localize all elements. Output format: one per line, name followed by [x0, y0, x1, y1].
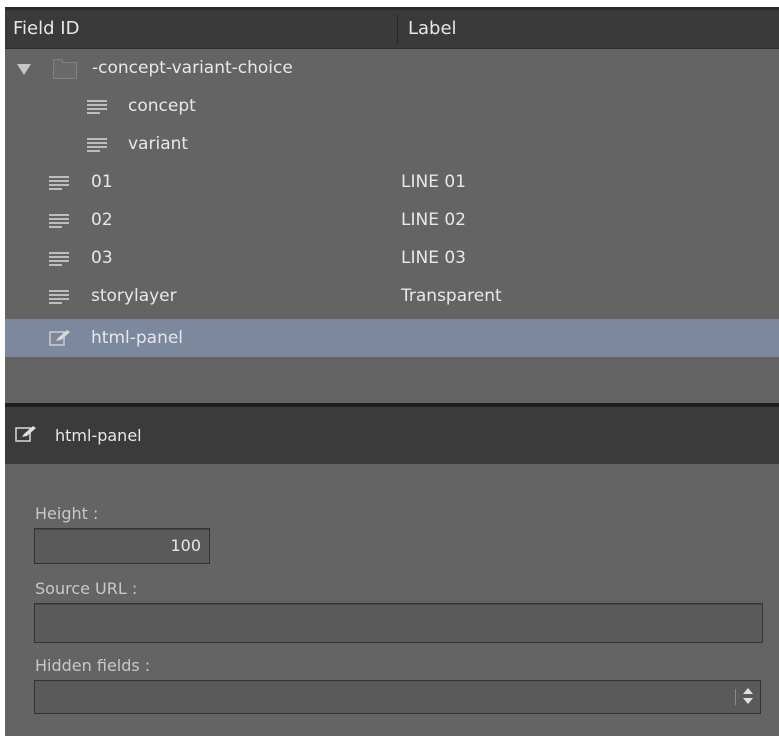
tree-row-group[interactable]: -concept-variant-choice: [5, 49, 779, 87]
template-editor-panel: Field ID Label -concept-variant-choice c…: [5, 7, 779, 736]
hidden-fields-label: Hidden fields :: [35, 656, 151, 675]
properties-title: html-panel: [55, 426, 142, 445]
column-header-label[interactable]: Label: [408, 10, 457, 48]
updown-arrows-icon[interactable]: [743, 688, 753, 706]
tree-row-label: -concept-variant-choice: [92, 58, 293, 78]
column-divider[interactable]: [397, 14, 398, 44]
tree-row-variant[interactable]: variant: [5, 125, 779, 163]
properties-body: Height : 100 Source URL : Hidden fields …: [5, 464, 779, 736]
tree-row-storylayer[interactable]: storylayer Transparent: [5, 277, 779, 315]
column-header: Field ID Label: [5, 10, 779, 49]
text-field-icon: [49, 252, 69, 266]
tree-row-label: 02: [91, 210, 113, 230]
edit-icon: [49, 330, 70, 346]
tree-row-html-panel[interactable]: html-panel: [5, 319, 779, 357]
tree-row-03[interactable]: 03 LINE 03: [5, 239, 779, 277]
text-field-icon: [49, 290, 69, 304]
expand-triangle-icon[interactable]: [17, 64, 31, 75]
source-url-label: Source URL :: [35, 579, 138, 598]
column-header-field-id[interactable]: Field ID: [13, 10, 79, 48]
tree-row-02[interactable]: 02 LINE 02: [5, 201, 779, 239]
text-field-icon: [49, 176, 69, 190]
properties-header: html-panel: [5, 407, 779, 464]
text-field-icon: [87, 138, 107, 152]
text-field-icon: [87, 100, 107, 114]
tree-row-label: storylayer: [91, 286, 177, 306]
folder-icon: [53, 59, 77, 79]
tree-row-01[interactable]: 01 LINE 01: [5, 163, 779, 201]
tree-row-field-label: LINE 03: [401, 248, 466, 268]
tree-row-field-label: Transparent: [401, 286, 502, 306]
height-input[interactable]: 100: [34, 528, 210, 564]
tree-row-label: concept: [128, 96, 196, 116]
tree-row-field-label: LINE 01: [401, 172, 466, 192]
hidden-fields-select[interactable]: [34, 680, 761, 714]
source-url-input[interactable]: [34, 603, 763, 643]
tree-row-label: 01: [91, 172, 113, 192]
tree-row-field-label: LINE 02: [401, 210, 466, 230]
tree-row-label: html-panel: [91, 328, 184, 348]
height-label: Height :: [35, 504, 99, 523]
tree-row-concept[interactable]: concept: [5, 87, 779, 125]
text-field-icon: [49, 214, 69, 228]
tree-row-label: variant: [128, 134, 189, 154]
tree-row-label: 03: [91, 248, 113, 268]
edit-icon: [15, 426, 36, 442]
select-separator: [735, 689, 736, 705]
